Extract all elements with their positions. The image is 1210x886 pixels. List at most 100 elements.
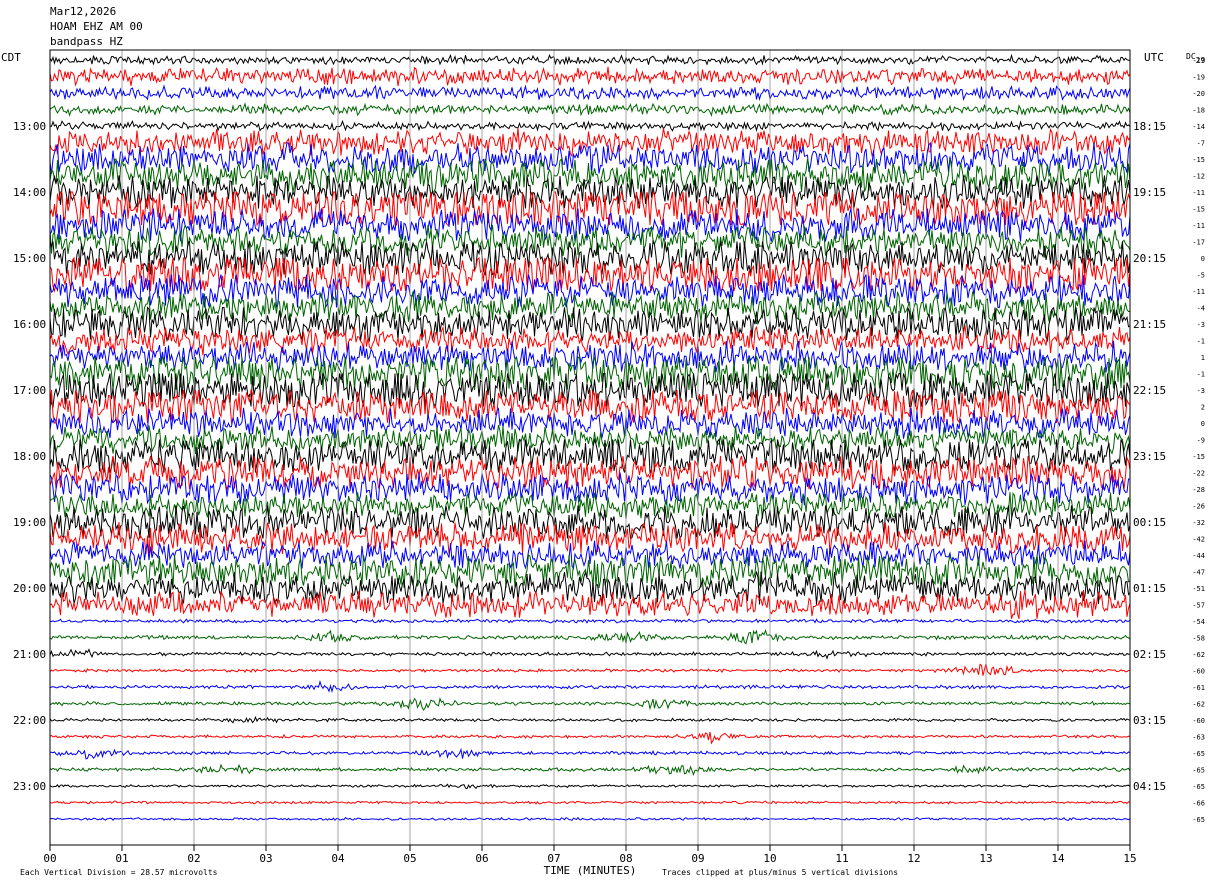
seismic-traces [49,53,1131,821]
dc-offset-label: -3 [1197,321,1205,329]
dc-offset-label: -62 [1192,701,1205,709]
dc-offset-label: -28 [1192,486,1205,494]
dc-offset-label: -1 [1197,371,1205,379]
seismic-trace [49,648,1131,660]
seismic-trace [49,388,1131,425]
dc-offset-label: 2 [1201,404,1205,412]
dc-offset-label: -15 [1192,156,1205,164]
left-time-tick: 20:00 [13,582,46,595]
header-channel: HOAM EHZ AM 00 [50,20,143,33]
right-time-tick: 22:15 [1133,384,1166,397]
dc-offset-label: -3 [1197,387,1205,395]
x-tick-label: 10 [763,852,776,865]
right-time-labels: 18:15 19:15 20:15 21:15 22:15 23:15 00:15 01:15… [1133,120,1166,793]
left-time-tick: 17:00 [13,384,46,397]
seismic-trace [49,715,1131,724]
x-tick-label: 05 [403,852,416,865]
dc-offset-label: -9 [1197,437,1205,445]
seismic-trace [49,618,1131,624]
left-time-labels: 13:00 14:00 15:00 16:00 17:00 18:00 19:00 20:00… [13,120,46,793]
seismic-trace [49,663,1131,676]
seismic-trace [49,696,1131,711]
dc-offset-label: -57 [1192,602,1205,610]
dc-offset-label: -62 [1192,651,1205,659]
seismic-trace [49,540,1131,570]
dc-offset-label: -63 [1192,734,1205,742]
x-tick-label: 00 [43,852,56,865]
dc-offset-label: -60 [1192,668,1205,676]
dc-offset-label: -66 [1192,800,1205,808]
x-tick-label: 02 [187,852,200,865]
dc-offset-label: -65 [1192,816,1205,824]
seismic-trace [49,239,1131,276]
dc-offset-label: 0 [1201,255,1205,263]
dc-offset-label: -42 [1192,536,1205,544]
right-time-tick: 02:15 [1133,648,1166,661]
dc-offset-label: -18 [1192,107,1205,115]
dc-offset-label: -5 [1197,272,1205,280]
dc-offset-label: -60 [1192,717,1205,725]
dc-offset-label: -26 [1192,503,1205,511]
seismic-trace [49,747,1131,760]
seismic-trace [49,53,1131,66]
left-time-tick: 14:00 [13,186,46,199]
left-time-tick: 16:00 [13,318,46,331]
x-tick-label: 15 [1123,852,1136,865]
dc-offset-label: -11 [1192,189,1205,197]
seismic-trace [49,800,1131,805]
left-time-tick: 18:00 [13,450,46,463]
seismic-trace [49,628,1131,645]
right-time-tick: 20:15 [1133,252,1166,265]
x-tick-label: 06 [475,852,488,865]
seismic-trace [49,763,1131,776]
dc-offset-label: -20 [1192,90,1205,98]
dc-offset-label: -51 [1192,585,1205,593]
dc-offset-label: -19 [1192,74,1205,82]
seismic-trace [49,66,1131,87]
x-tick-label: 14 [1051,852,1065,865]
dc-offset-label: -58 [1192,635,1205,643]
left-time-tick: 19:00 [13,516,46,529]
x-tick-label: 13 [979,852,992,865]
x-tick-label: 01 [115,852,128,865]
seismogram-chart: Mar12,2026 HOAM EHZ AM 00 bandpass HZ CD… [1,5,1205,877]
footer-clip-note: Traces clipped at plus/minus 5 vertical … [662,868,898,877]
dc-offset-label: -44 [1192,552,1205,560]
left-axis-label: CDT [1,51,21,64]
x-tick-label: 12 [907,852,920,865]
right-time-tick: 18:15 [1133,120,1166,133]
dc-offset-label: -65 [1192,750,1205,758]
dc-offset-label: -32 [1192,519,1205,527]
seismic-trace [49,816,1131,821]
right-time-tick: 00:15 [1133,516,1166,529]
left-time-tick: 22:00 [13,714,46,727]
dc-offset-label: -15 [1192,453,1205,461]
seismic-trace [49,731,1131,745]
seismic-trace [49,355,1131,392]
dc-offset-labels: -17-19-20-18-14-7-15-12-11-15-11-170-5-1… [1192,57,1205,824]
seismic-trace [49,340,1131,373]
dc-offset-label: -4 [1197,305,1205,313]
x-tick-label: 03 [259,852,272,865]
seismic-trace [49,274,1131,309]
dc-offset-label: -17 [1192,57,1205,65]
dc-offset-label: -65 [1192,783,1205,791]
dc-offset-label: -15 [1192,206,1205,214]
seismic-trace [49,102,1131,117]
dc-offset-label: -11 [1192,222,1205,230]
dc-offset-label: 1 [1201,354,1205,362]
seismic-trace [49,679,1131,694]
seismic-trace [49,570,1131,606]
footer-scale-note: Each Vertical Division = 28.57 microvolt… [20,868,218,877]
dc-offset-label: -11 [1192,288,1205,296]
right-axis-label: UTC [1144,51,1164,64]
header-date: Mar12,2026 [50,5,116,18]
seismic-trace [49,783,1131,790]
dc-offset-label: -22 [1192,470,1205,478]
dc-offset-label: -54 [1192,618,1205,626]
dc-offset-label: -12 [1192,173,1205,181]
seismic-trace [49,590,1131,620]
header-filter: bandpass HZ [50,35,123,48]
dc-offset-label: -17 [1192,239,1205,247]
dc-offset-label: 0 [1201,420,1205,428]
